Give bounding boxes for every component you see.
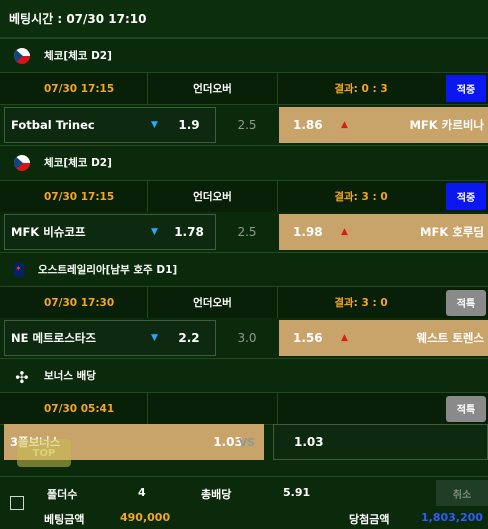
total-odds-label: 총배당 (201, 488, 232, 501)
bonus-result-empty (278, 393, 444, 424)
bet-summary-footer: 폴더수 4 총배당 5.91 취소 베팅금액 490,000 당첨금액 1,80… (0, 476, 488, 529)
bet-time-label: 베팅시간 : 07/30 17:10 (9, 12, 147, 26)
away-team-name: MFK 호루딤 (420, 225, 484, 239)
away-odd: 1.98 (293, 225, 323, 239)
home-odd: 2.2 (178, 331, 200, 345)
home-odds-cell[interactable]: MFK 비슈코프 ▼ 1.78 (4, 214, 216, 250)
arrow-down-icon: ▼ (151, 333, 158, 343)
match-info-row: 07/30 17:15 언더오버 결과: 0 : 3 적중 (0, 72, 488, 105)
special-status-button[interactable]: 적특 (446, 289, 486, 316)
away-odd: 1.56 (293, 331, 323, 345)
select-all-checkbox[interactable] (10, 496, 24, 510)
cancel-button[interactable]: 취소 (436, 480, 488, 506)
match-time: 07/30 17:30 (0, 287, 148, 318)
match-result: 결과: 0 : 3 (334, 83, 388, 95)
match-result: 결과: 3 : 0 (334, 191, 388, 203)
bonus-header-row: ✣ 보너스 배당 (0, 358, 488, 392)
home-odds-cell[interactable]: NE 메트로스타즈 ▼ 2.2 (4, 320, 216, 356)
league-row: 오스트레일리아[남부 호주 D1] (0, 252, 488, 286)
home-odds-cell[interactable]: Fotbal Trinec ▼ 1.9 (4, 107, 216, 143)
win-amount-label: 당첨금액 (349, 513, 390, 526)
scroll-top-button[interactable]: TOP (17, 439, 71, 467)
home-team-name: Fotbal Trinec (11, 118, 95, 132)
away-odds-cell-selected[interactable]: 1.86 ▲ MFK 카르비나 (279, 107, 488, 143)
bet-type: 언더오버 (148, 73, 278, 104)
arrow-up-icon: ▲ (341, 333, 348, 343)
handicap-value: 2.5 (237, 225, 257, 239)
match-time: 07/30 17:15 (0, 73, 148, 104)
total-odds-value: 5.91 (283, 486, 311, 499)
bonus-away-odd: 1.03 (294, 435, 324, 449)
match-time: 07/30 17:15 (0, 181, 148, 212)
handicap-value: 2.5 (237, 118, 257, 132)
away-odd: 1.86 (293, 118, 323, 132)
folder-count-label: 폴더수 (47, 488, 78, 501)
home-odd: 1.9 (178, 118, 200, 132)
odds-row: MFK 비슈코프 ▼ 1.78 2.5 1.98 ▲ MFK 호루딤 (0, 212, 488, 252)
special-status-button[interactable]: 적특 (446, 395, 486, 422)
bonus-info-row: 07/30 05:41 적특 (0, 392, 488, 425)
hit-status-button[interactable]: 적중 (446, 183, 486, 210)
home-odd: 1.78 (174, 225, 204, 239)
match-info-row: 07/30 17:15 언더오버 결과: 3 : 0 적중 (0, 180, 488, 213)
league-name: 체코[체코 D2] (44, 50, 112, 62)
arrow-down-icon: ▼ (151, 120, 158, 130)
away-team-name: 웨스트 토렌스 (416, 331, 484, 345)
away-odds-cell-selected[interactable]: 1.56 ▲ 웨스트 토렌스 (279, 320, 488, 356)
hit-status-button[interactable]: 적중 (446, 75, 486, 102)
czech-flag-icon (14, 47, 30, 64)
bonus-away-cell[interactable]: 1.03 (273, 424, 488, 460)
australia-flag-icon (14, 262, 24, 277)
bet-amount-label: 베팅금액 (44, 513, 85, 526)
czech-flag-icon (14, 154, 30, 171)
sparkle-icon: ✣ (15, 367, 29, 387)
bonus-type-empty (148, 393, 278, 424)
bonus-title: 보너스 배당 (44, 370, 96, 382)
handicap-value: 3.0 (237, 331, 257, 345)
match-result: 결과: 3 : 0 (334, 297, 388, 309)
home-team-name: NE 메트로스타즈 (11, 331, 96, 345)
league-name: 오스트레일리아[남부 호주 D1] (38, 264, 178, 276)
bonus-time: 07/30 05:41 (0, 393, 148, 424)
home-team-name: MFK 비슈코프 (11, 225, 86, 239)
bet-type: 언더오버 (148, 287, 278, 318)
bonus-odds-row: 3폴보너스 1.03 VS 1.03 (0, 424, 488, 464)
away-team-name: MFK 카르비나 (409, 118, 484, 132)
odds-row: Fotbal Trinec ▼ 1.9 2.5 1.86 ▲ MFK 카르비나 (0, 105, 488, 145)
arrow-up-icon: ▲ (341, 120, 348, 130)
bet-amount-value: 490,000 (120, 511, 171, 524)
folder-count-value: 4 (138, 486, 146, 499)
odds-row: NE 메트로스타즈 ▼ 2.2 3.0 1.56 ▲ 웨스트 토렌스 (0, 318, 488, 358)
bet-time-header: 베팅시간 : 07/30 17:10 (0, 0, 488, 38)
league-row: 체코[체코 D2] (0, 145, 488, 179)
match-info-row: 07/30 17:30 언더오버 결과: 3 : 0 적특 (0, 286, 488, 319)
bet-type: 언더오버 (148, 181, 278, 212)
away-odds-cell-selected[interactable]: 1.98 ▲ MFK 호루딤 (279, 214, 488, 250)
league-name: 체코[체코 D2] (44, 157, 112, 169)
arrow-up-icon: ▲ (341, 227, 348, 237)
arrow-down-icon: ▼ (151, 227, 158, 237)
vs-label: VS (238, 436, 256, 449)
win-amount-value: 1,803,200 (421, 511, 483, 524)
league-row: 체코[체코 D2] (0, 38, 488, 72)
